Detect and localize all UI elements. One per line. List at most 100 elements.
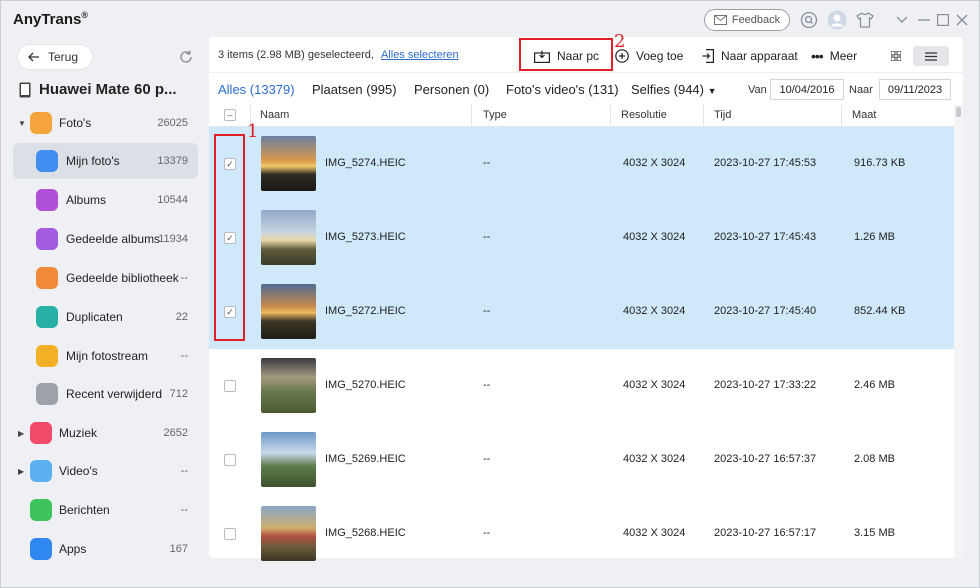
selection-info: 3 items (2.98 MB) geselecteerd, Alles se… xyxy=(218,49,459,61)
file-size: 852.44 KB xyxy=(854,305,906,317)
refresh-icon[interactable] xyxy=(176,47,196,67)
grid-view-icon[interactable] xyxy=(878,46,914,66)
select-all-checkbox[interactable]: – xyxy=(224,109,236,121)
header-name[interactable]: Naam xyxy=(260,109,289,121)
tab-all[interactable]: Alles (13379) xyxy=(218,82,295,97)
file-time: 2023-10-27 16:57:37 xyxy=(714,453,817,465)
trash-icon xyxy=(36,383,58,405)
table-row[interactable]: IMG_5270.HEIC -- 4032 X 3024 2023-10-27 … xyxy=(209,349,954,423)
scrollbar-thumb[interactable] xyxy=(956,107,961,117)
sidebar-item-my-photos[interactable]: Mijn foto's 13379 xyxy=(13,143,198,179)
sidebar-item-count: 2652 xyxy=(163,427,188,439)
back-button[interactable]: Terug xyxy=(18,45,92,69)
header-type[interactable]: Type xyxy=(483,109,507,121)
file-resolution: 4032 X 3024 xyxy=(623,231,686,243)
photo-thumbnail[interactable] xyxy=(261,432,316,487)
select-all-link[interactable]: Alles selecteren xyxy=(381,49,459,61)
tab-people[interactable]: Personen (0) xyxy=(414,82,489,97)
file-time: 2023-10-27 17:45:53 xyxy=(714,157,817,169)
column-divider xyxy=(703,105,704,127)
sidebar-item-shared-library[interactable]: Gedeelde bibliotheek -- xyxy=(13,260,198,296)
file-name: IMG_5273.HEIC xyxy=(325,231,406,243)
sidebar-item-trash[interactable]: Recent verwijderd 712 xyxy=(13,376,198,412)
sidebar-item-apps[interactable]: Apps 167 xyxy=(13,531,198,567)
table-row[interactable]: ✓ IMG_5272.HEIC -- 4032 X 3024 2023-10-2… xyxy=(209,275,954,349)
sidebar-item-label: Albums xyxy=(66,193,107,207)
photo-thumbnail[interactable] xyxy=(261,284,316,339)
feedback-label: Feedback xyxy=(731,14,781,26)
sidebar-item-messages[interactable]: Berichten -- xyxy=(13,492,198,528)
file-name: IMG_5268.HEIC xyxy=(325,527,406,539)
maximize-icon[interactable] xyxy=(933,10,953,30)
sidebar-item-count: -- xyxy=(180,465,188,477)
sidebar-item-count: -- xyxy=(180,504,188,516)
sidebar-item-photostream[interactable]: Mijn fotostream -- xyxy=(13,338,198,374)
my-photos-icon xyxy=(36,150,58,172)
file-resolution: 4032 X 3024 xyxy=(623,527,686,539)
tshirt-icon[interactable] xyxy=(855,10,875,30)
dash-icon: – xyxy=(227,109,233,120)
sidebar-item-albums[interactable]: Albums 10544 xyxy=(13,182,198,218)
plus-circle-icon xyxy=(615,49,629,63)
expand-arrow-icon[interactable]: ▼ xyxy=(18,119,26,128)
photo-thumbnail[interactable] xyxy=(261,358,316,413)
add-button[interactable]: Voeg toe xyxy=(615,45,683,67)
chevron-down-icon[interactable] xyxy=(892,10,912,30)
to-date-input[interactable]: 09/11/2023 xyxy=(879,79,951,100)
vertical-scrollbar[interactable] xyxy=(954,105,963,558)
expand-arrow-icon[interactable]: ▶ xyxy=(18,467,24,476)
table-row[interactable]: ✓ IMG_5273.HEIC -- 4032 X 3024 2023-10-2… xyxy=(209,201,954,275)
file-size: 1.26 MB xyxy=(854,231,895,243)
file-type: -- xyxy=(483,157,491,169)
file-size: 2.46 MB xyxy=(854,379,895,391)
file-time: 2023-10-27 17:45:40 xyxy=(714,305,817,317)
header-size[interactable]: Maat xyxy=(852,109,876,121)
main-panel: 3 items (2.98 MB) geselecteerd, Alles se… xyxy=(209,31,963,561)
table-row[interactable]: ✓ IMG_5274.HEIC -- 4032 X 3024 2023-10-2… xyxy=(209,127,954,201)
sidebar-item-duplicates[interactable]: Duplicaten 22 xyxy=(13,299,198,335)
sidebar-item-videos[interactable]: ▶ Video's -- xyxy=(13,453,198,489)
expand-arrow-icon[interactable]: ▶ xyxy=(18,429,24,438)
feedback-button[interactable]: Feedback xyxy=(704,9,790,31)
device-name: Huawei Mate 60 p... xyxy=(39,81,177,98)
row-checkbox[interactable] xyxy=(224,528,236,540)
file-resolution: 4032 X 3024 xyxy=(623,305,686,317)
device-header: Huawei Mate 60 p... xyxy=(19,81,177,98)
title-bar: AnyTrans® Feedback xyxy=(1,1,979,37)
avatar-icon[interactable] xyxy=(827,10,847,30)
file-type: -- xyxy=(483,379,491,391)
minimize-icon[interactable] xyxy=(914,10,934,30)
file-size: 916.73 KB xyxy=(854,157,906,169)
tab-places[interactable]: Plaatsen (995) xyxy=(312,82,397,97)
header-resolution[interactable]: Resolutie xyxy=(621,109,667,121)
row-checkbox[interactable] xyxy=(224,454,236,466)
sidebar-item-shared-albums[interactable]: Gedeelde albums 11934 xyxy=(13,221,198,257)
sidebar-item-photos[interactable]: ▼ Foto's 26025 xyxy=(13,105,198,141)
photo-thumbnail[interactable] xyxy=(261,506,316,561)
search-device-icon[interactable] xyxy=(799,10,819,30)
table-row[interactable]: IMG_5268.HEIC -- 4032 X 3024 2023-10-27 … xyxy=(209,497,954,571)
duplicates-icon xyxy=(36,306,58,328)
selection-count: 3 items (2.98 MB) geselecteerd, xyxy=(218,49,374,61)
list-view-icon[interactable] xyxy=(913,46,949,66)
music-icon xyxy=(30,422,52,444)
file-resolution: 4032 X 3024 xyxy=(623,379,686,391)
sidebar: Terug Huawei Mate 60 p... ▼ Foto's 26025 Mi… xyxy=(1,37,206,587)
arrow-left-icon xyxy=(28,52,39,62)
sidebar-item-music[interactable]: ▶ Muziek 2652 xyxy=(13,415,198,451)
close-icon[interactable] xyxy=(952,10,972,30)
table-header: – Naam Type Resolutie Tijd Maat xyxy=(209,105,954,127)
table-row[interactable]: IMG_5269.HEIC -- 4032 X 3024 2023-10-27 … xyxy=(209,423,954,497)
tab-selfies[interactable]: Selfies (944) ▼ xyxy=(631,82,717,97)
to-device-icon xyxy=(702,49,714,63)
sidebar-item-label: Foto's xyxy=(59,116,92,130)
photo-thumbnail[interactable] xyxy=(261,210,316,265)
header-time[interactable]: Tijd xyxy=(714,109,731,121)
from-date-input[interactable]: 10/04/2016 xyxy=(770,79,844,100)
row-checkbox[interactable] xyxy=(224,380,236,392)
tab-photo-videos[interactable]: Foto's video's (131) xyxy=(506,82,619,97)
to-device-button[interactable]: Naar apparaat xyxy=(702,45,798,67)
photo-thumbnail[interactable] xyxy=(261,136,316,191)
app-window: AnyTrans® Feedback Terug Huawei Mate 60 … xyxy=(0,0,980,588)
more-button[interactable]: ••• Meer xyxy=(811,45,857,67)
